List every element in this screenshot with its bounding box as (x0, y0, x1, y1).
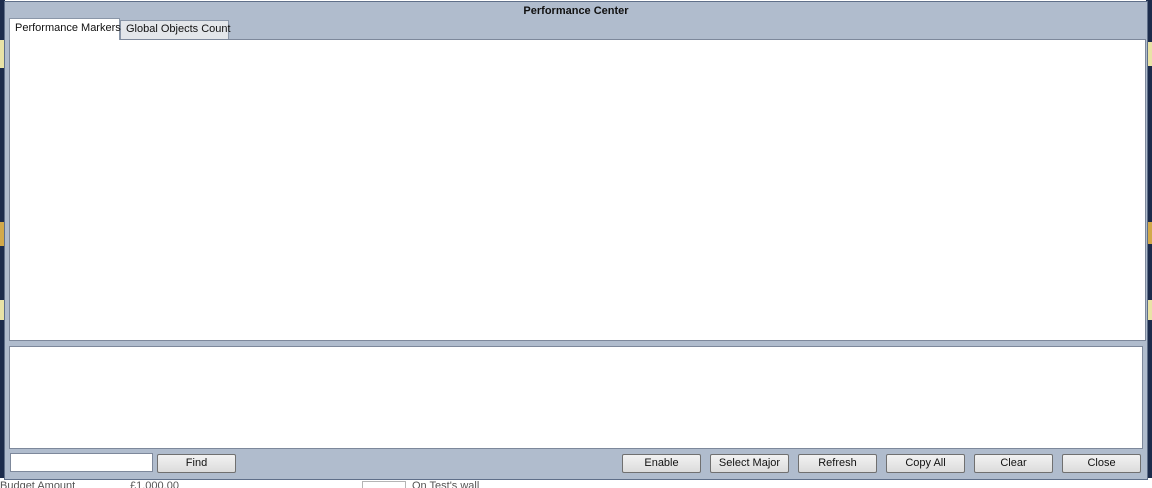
performance-center-dialog: Performance Center Performance Markers G… (4, 1, 1148, 480)
close-button[interactable]: Close (1062, 454, 1141, 473)
clear-button[interactable]: Clear (974, 454, 1053, 473)
tab-performance-markers[interactable]: Performance Markers (9, 18, 121, 40)
find-input[interactable] (10, 453, 153, 472)
dialog-title: Performance Center (523, 5, 629, 17)
select-major-button[interactable]: Select Major (710, 454, 789, 473)
copy-all-button[interactable]: Copy All (886, 454, 965, 473)
background-wall-label: On Test's wall (412, 480, 480, 488)
find-button[interactable]: Find (157, 454, 236, 473)
background-budget-value: £1,000.00 (130, 480, 179, 488)
tab-global-objects-count[interactable]: Global Objects Count (120, 20, 231, 39)
performance-markers-list[interactable] (9, 39, 1146, 341)
background-budget-label: Budget Amount (0, 480, 76, 488)
enable-button[interactable]: Enable (622, 454, 701, 473)
details-pane[interactable] (9, 346, 1143, 449)
background-field (362, 481, 406, 488)
refresh-button[interactable]: Refresh (798, 454, 877, 473)
